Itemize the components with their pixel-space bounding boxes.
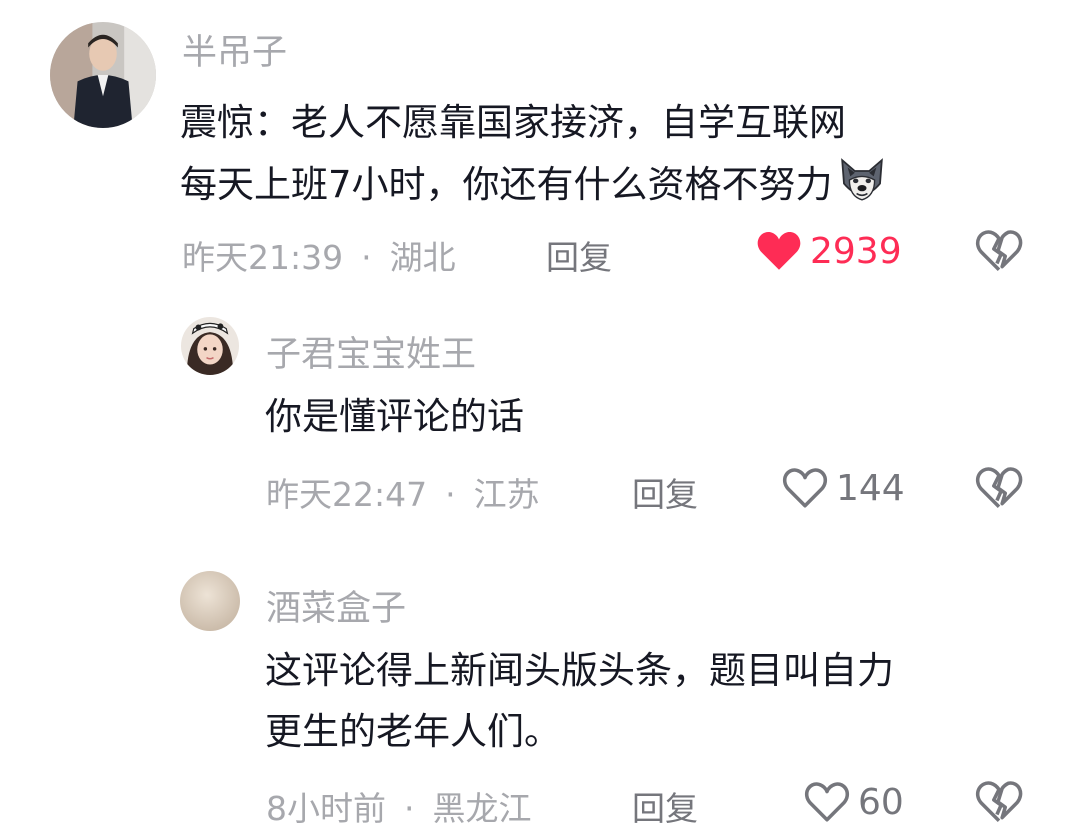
comment-item: 酒菜盒子 这评论得上新闻头版头条，题目叫自力 更生的老年人们。 8小时前 · 黑龙江… bbox=[0, 0, 1080, 840]
comment-time: 8小时前 bbox=[266, 789, 386, 828]
comment-text-line: 更生的老年人们。 bbox=[265, 710, 561, 753]
username[interactable]: 酒菜盒子 bbox=[266, 580, 406, 631]
meta-separator: · bbox=[404, 789, 415, 828]
comment-text-line: 这评论得上新闻头版头条，题目叫自力 bbox=[265, 649, 894, 692]
comment-text: 这评论得上新闻头版头条，题目叫自力 更生的老年人们。 bbox=[265, 640, 894, 762]
heart-outline-icon bbox=[805, 782, 849, 822]
comment-location: 黑龙江 bbox=[432, 789, 532, 828]
broken-heart-icon bbox=[976, 781, 1023, 823]
like-button[interactable]: 60 bbox=[802, 777, 904, 827]
comment-meta: 8小时前 · 黑龙江 bbox=[266, 782, 532, 830]
reply-button[interactable]: 回复 bbox=[632, 782, 698, 830]
like-count: 60 bbox=[858, 781, 904, 823]
dislike-button[interactable] bbox=[974, 777, 1024, 827]
avatar[interactable] bbox=[180, 571, 240, 631]
avatar-image bbox=[180, 571, 240, 631]
